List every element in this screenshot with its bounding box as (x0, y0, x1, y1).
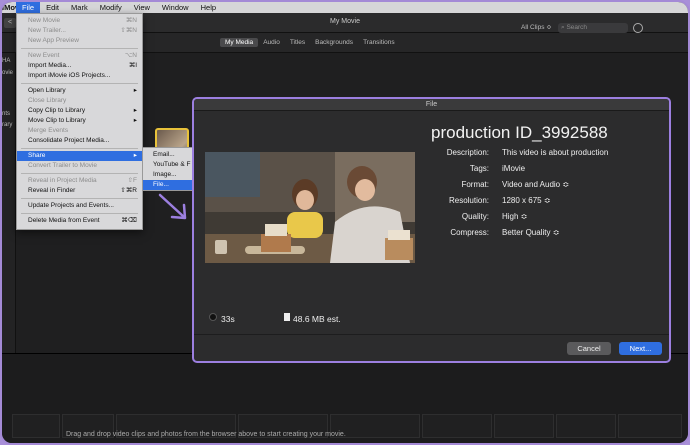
menu-edit[interactable]: Edit (40, 2, 65, 13)
share-youtube[interactable]: YouTube & F (143, 160, 192, 170)
menu-item-consolidate[interactable]: Consolidate Project Media... (17, 136, 142, 146)
compress-label: Compress: (450, 228, 489, 237)
cancel-button[interactable]: Cancel (567, 342, 611, 355)
duration-icon (209, 313, 217, 321)
menu-item-merge-events[interactable]: Merge Events (17, 126, 142, 136)
menu-help[interactable]: Help (195, 2, 222, 13)
settings-icon[interactable] (633, 23, 643, 33)
library-sidebar: HA ovie nts rary (2, 53, 16, 353)
sidebar-label[interactable]: nts (2, 111, 10, 117)
tags-label: Tags: (469, 164, 489, 173)
menu-item-open-library[interactable]: Open Library ▸ (17, 86, 142, 96)
tab-my-media[interactable]: My Media (220, 38, 259, 47)
tab-backgrounds[interactable]: Backgrounds (310, 38, 358, 47)
menu-mark[interactable]: Mark (65, 2, 94, 13)
menu-separator (21, 48, 138, 49)
timeline-hint: Drag and drop video clips and photos fro… (66, 431, 346, 438)
timeline-placeholder (12, 414, 60, 438)
search-input[interactable]: ⌕ Search (558, 23, 628, 33)
menu-bar: iMovie File Edit Mark Modify View Window… (2, 2, 688, 13)
timeline-placeholder (494, 414, 554, 438)
duration-value: 33s (221, 314, 235, 324)
description-label: Description: (446, 148, 489, 157)
pointer-arrow-icon (158, 193, 187, 220)
sidebar-label[interactable]: rary (2, 122, 12, 128)
menu-item-convert-trailer[interactable]: Convert Trailer to Movie (17, 161, 142, 171)
file-size-icon (284, 313, 290, 321)
menu-separator (21, 83, 138, 84)
file-size-value: 48.6 MB est. (293, 314, 341, 324)
dialog-divider (194, 334, 669, 335)
share-email[interactable]: Email... (143, 150, 192, 160)
share-file[interactable]: File... (143, 180, 192, 190)
timeline-placeholder (618, 414, 682, 438)
menu-item-import-ios-projects[interactable]: Import iMovie iOS Projects... (17, 71, 142, 81)
sidebar-label[interactable]: ovie (2, 70, 13, 76)
search-placeholder: Search (566, 24, 588, 31)
menu-item-new-app-preview[interactable]: New App Preview (17, 36, 142, 46)
menu-item-reveal-project[interactable]: Reveal in Project Media ⇧F (17, 176, 142, 186)
menu-separator (21, 213, 138, 214)
format-select[interactable]: Video and Audio ≎ (502, 180, 569, 189)
menu-separator (21, 148, 138, 149)
sidebar-label[interactable]: HA (2, 58, 10, 64)
tab-audio[interactable]: Audio (258, 38, 285, 47)
menu-view[interactable]: View (128, 2, 156, 13)
timeline-placeholder (556, 414, 616, 438)
app-window: iMovie File Edit Mark Modify View Window… (0, 0, 690, 445)
menu-item-copy-clip[interactable]: Copy Clip to Library ▸ (17, 106, 142, 116)
menu-separator (21, 198, 138, 199)
menu-item-share[interactable]: Share ▸ (17, 151, 142, 161)
description-field[interactable]: This video is about production (502, 148, 608, 157)
menu-modify[interactable]: Modify (94, 2, 128, 13)
chevron-updown-icon: ≎ (546, 24, 552, 31)
tags-field[interactable]: iMovie (502, 164, 525, 173)
menu-item-new-trailer[interactable]: New Trailer... ⇧⌘N (17, 26, 142, 36)
menu-item-reveal-finder[interactable]: Reveal in Finder ⇧⌘R (17, 186, 142, 196)
timeline[interactable]: Drag and drop video clips and photos fro… (2, 353, 688, 443)
menu-item-move-clip[interactable]: Move Clip to Library ▸ (17, 116, 142, 126)
app-menu[interactable]: iMovie (2, 2, 16, 13)
quality-label: Quality: (461, 212, 489, 221)
video-preview-image (205, 152, 415, 263)
clips-filter-select[interactable]: All Clips ≎ (521, 23, 552, 31)
resolution-select[interactable]: 1280 x 675 ≎ (502, 196, 551, 205)
file-share-dialog: File production ID_3992588 Description: … (192, 97, 671, 363)
dialog-title: production ID_3992588 (431, 123, 608, 142)
resolution-label: Resolution: (448, 196, 489, 205)
tab-titles[interactable]: Titles (285, 38, 310, 47)
dialog-header: File (194, 99, 669, 111)
clips-filter-label: All Clips (521, 24, 545, 31)
format-label: Format: (461, 180, 489, 189)
quality-select[interactable]: High ≎ (502, 212, 527, 221)
menu-item-delete-media[interactable]: Delete Media from Event ⌘⌫ (17, 216, 142, 226)
menu-window[interactable]: Window (156, 2, 195, 13)
menu-item-close-library[interactable]: Close Library (17, 96, 142, 106)
menu-separator (21, 173, 138, 174)
menu-item-new-event[interactable]: New Event ⌥N (17, 51, 142, 61)
file-menu: New Movie ⌘N New Trailer... ⇧⌘N New App Pr… (16, 13, 143, 230)
tab-transitions[interactable]: Transitions (358, 38, 400, 47)
menu-item-new-movie[interactable]: New Movie ⌘N (17, 16, 142, 26)
timeline-placeholder (422, 414, 492, 438)
menu-item-import-media[interactable]: Import Media... ⌘I (17, 61, 142, 71)
search-icon: ⌕ (561, 24, 565, 31)
menu-item-update-projects[interactable]: Update Projects and Events... (17, 201, 142, 211)
share-image[interactable]: Image... (143, 170, 192, 180)
share-submenu: Email... YouTube & F Image... File... (142, 147, 193, 191)
media-tabs: My Media Audio Titles Backgrounds Transi… (220, 38, 400, 47)
menu-file[interactable]: File (16, 2, 41, 13)
next-button[interactable]: Next... (619, 342, 662, 355)
compress-select[interactable]: Better Quality ≎ (502, 228, 559, 237)
